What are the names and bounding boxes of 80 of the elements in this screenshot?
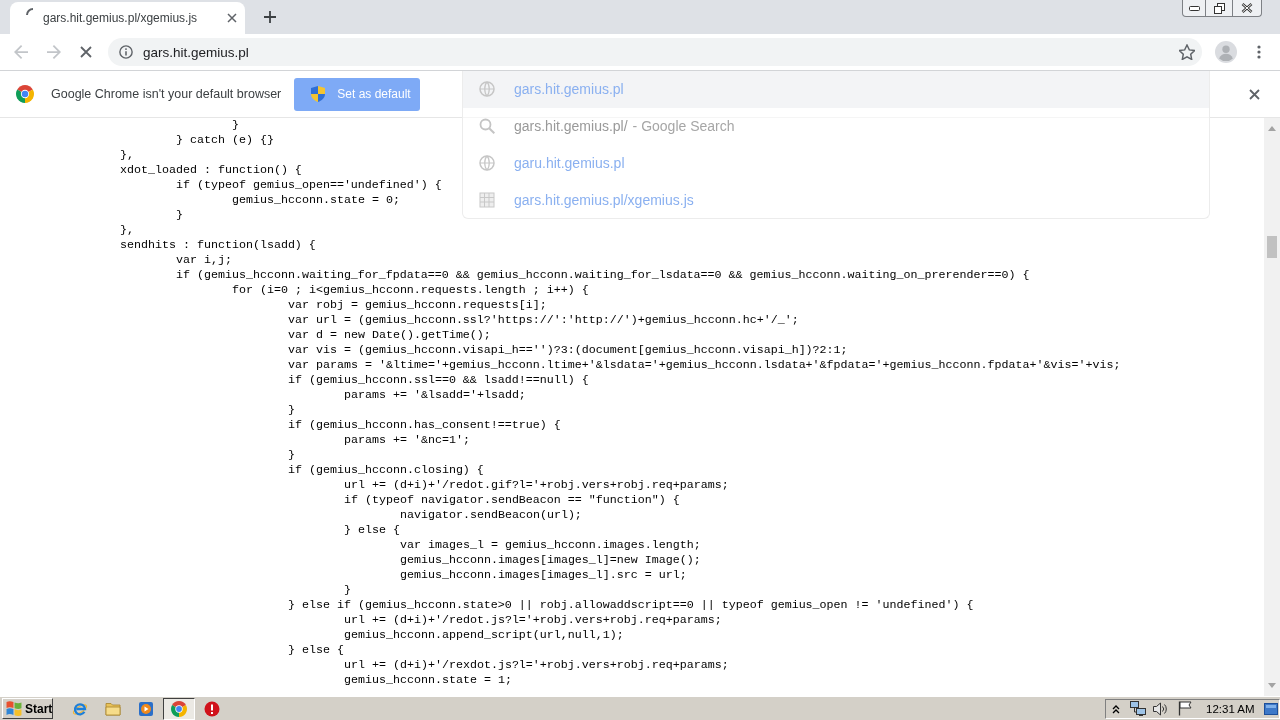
exclamation-icon: [204, 700, 220, 717]
code-line: if (typeof navigator.sendBeacon == "function") {: [344, 493, 680, 508]
ring-logo-icon: [171, 700, 187, 717]
suggestion-item[interactable]: gars.hit.gemius.pl/ - Google Search: [463, 107, 1209, 145]
plus-icon[interactable]: [264, 11, 276, 23]
play-icon: [138, 700, 154, 717]
code-line: }: [232, 118, 239, 133]
code-line: var vis = (gemius_hcconn.visapi_h=='')?3:(document[gemius_hcconn.visapi_h])?2:1;: [288, 343, 848, 358]
cross-icon[interactable]: [80, 46, 92, 58]
start-button[interactable]: Start: [2, 698, 53, 719]
code-line: navigator.sendBeacon(url);: [400, 508, 582, 523]
globe-icon: [479, 81, 495, 98]
minimize-icon: [1188, 5, 1200, 11]
code-line: } else {: [344, 523, 400, 538]
code-line: }: [288, 403, 295, 418]
menu-icon[interactable]: [1257, 45, 1261, 59]
code-line: if (gemius_hcconn.has_consent!==true) {: [288, 418, 561, 433]
grid-icon: [479, 191, 495, 208]
code-line: }: [344, 583, 351, 598]
code-line: for (i=0 ; i<gemius_hcconn.requests.length ; i++) {: [232, 283, 589, 298]
flag-logo-icon: [6, 701, 22, 716]
code-line: gemius_hcconn.images[images_l].src = url;: [400, 568, 687, 583]
code-line: gemius_hcconn.images[images_l]=new Image();: [400, 553, 701, 568]
flag-icon[interactable]: [1178, 701, 1192, 716]
code-line: xdot_loaded : function() {: [120, 163, 302, 178]
close-icon: [1241, 3, 1253, 13]
infobar-message: Google Chrome isn't your default browser: [51, 87, 282, 101]
code-line: var url = (gemius_hcconn.ssl?'https://':'http://')+gemius_hcconn.hc+'/_';: [288, 313, 799, 328]
code-line: url += (d+i)+'/rexdot.js?l='+robj.vers+robj.req+params;: [344, 658, 729, 673]
address-field[interactable]: gars.hit.gemius.pl: [108, 38, 1202, 66]
network-icon[interactable]: [1130, 701, 1146, 716]
browser-tab[interactable]: gars.hit.gemius.pl/xgemius.js: [10, 2, 245, 34]
shield-icon: [311, 86, 326, 102]
close-button[interactable]: [1233, 0, 1262, 17]
desktop-icon[interactable]: [1264, 702, 1278, 715]
code-line: gemius_hcconn.append_script(url,null,1);: [344, 628, 624, 643]
restore-icon: [1213, 2, 1225, 14]
minimize-button[interactable]: [1182, 0, 1206, 17]
code-line: } else {: [288, 643, 344, 658]
code-line: var images_l = gemius_hcconn.images.length;: [400, 538, 701, 553]
code-line: gemius_hcconn.state = 1;: [344, 673, 512, 688]
suggestion-item[interactable]: gars.hit.gemius.pl/xgemius.js: [463, 181, 1209, 218]
code-line: },: [120, 148, 134, 163]
info-icon[interactable]: [119, 45, 133, 59]
speaker-icon[interactable]: [1153, 701, 1168, 716]
code-line: if (typeof gemius_open=='undefined') {: [176, 178, 442, 193]
code-line: },: [120, 223, 134, 238]
set-default-button[interactable]: Set as default: [294, 77, 421, 111]
code-line: if (gemius_hcconn.waiting_for_fpdata==0 && gemius_hcconn.waiting_for_lsdata==0 && gemius_hcconn.waiting_on_prerender==0) {: [176, 268, 1030, 283]
code-line: var robj = gemius_hcconn.requests[i];: [288, 298, 547, 313]
code-line: } else if (gemius_hcconn.state>0 || robj.allowaddscript==0 || typeof gemius_open != 'undefined') {: [288, 598, 974, 613]
code-line: url += (d+i)+'/redot.js?l='+robj.vers+robj.req+params;: [344, 613, 722, 628]
code-line: } catch (e) {}: [176, 133, 274, 148]
code-line: var params = '&ltime='+gemius_hcconn.ltime+'&lsdata='+gemius_hcconn.lsdata+'&fpdata='+gemius_hcconn.fpdata+'&vis='+vis;: [288, 358, 1121, 373]
scrollbar-thumb[interactable]: [1267, 236, 1277, 258]
restore-button[interactable]: [1206, 0, 1233, 17]
code-line: gemius_hcconn.state = 0;: [232, 193, 400, 208]
code-line: params += '&nc=1';: [344, 433, 470, 448]
code-line: sendhits : function(lsadd) {: [120, 238, 316, 253]
close-icon[interactable]: [227, 13, 237, 23]
code-line: if (gemius_hcconn.closing) {: [288, 463, 484, 478]
code-line: if (gemius_hcconn.ssl==0 && lsadd!==null) {: [288, 373, 589, 388]
search-icon: [479, 118, 495, 135]
star-icon[interactable]: [1179, 44, 1195, 60]
letter-e-logo-icon: [72, 700, 88, 717]
taskbar-button[interactable]: [163, 697, 195, 720]
chevron-up-icon[interactable]: [1112, 703, 1120, 714]
suggestion-item[interactable]: gars.hit.gemius.pl: [463, 71, 1209, 108]
folder-icon: [105, 700, 121, 717]
code-line: var i,j;: [176, 253, 232, 268]
browser-logo-icon: [16, 85, 34, 103]
code-line: url += (d+i)+'/redot.gif?l='+robj.vers+robj.req+params;: [344, 478, 729, 493]
clock: 12:31 AM: [1206, 702, 1255, 715]
close-icon[interactable]: [1249, 88, 1260, 100]
globe-icon: [479, 154, 495, 171]
suggestion-item[interactable]: garu.hit.gemius.pl: [463, 144, 1209, 182]
code-line: var d = new Date().getTime();: [288, 328, 491, 343]
code-line: params += '&lsadd='+lsadd;: [344, 388, 526, 403]
code-line: }: [176, 208, 183, 223]
code-line: }: [288, 448, 295, 463]
